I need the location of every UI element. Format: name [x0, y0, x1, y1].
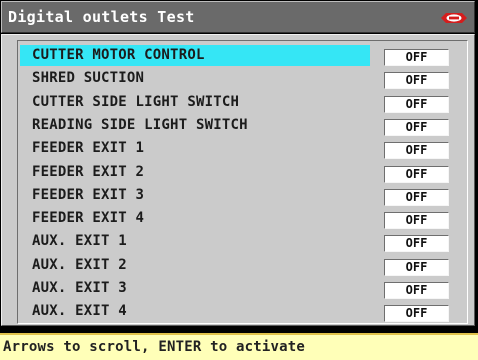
outlet-label: AUX. EXIT 3: [32, 280, 127, 296]
outlet-row[interactable]: AUX. EXIT 2 OFF: [18, 255, 467, 278]
outlet-label: AUX. EXIT 4: [32, 303, 127, 320]
outlet-state-toggle[interactable]: OFF: [384, 235, 449, 253]
outlet-label: AUX. EXIT 2: [32, 256, 127, 273]
status-hint: Arrows to scroll, ENTER to activate: [3, 339, 306, 355]
outlet-label: FEEDER EXIT 2: [32, 163, 145, 180]
outlet-label: CUTTER MOTOR CONTROL: [20, 45, 370, 66]
outlet-state-toggle[interactable]: OFF: [384, 282, 449, 299]
outlet-row[interactable]: SHRED SUCTION OFF: [18, 68, 467, 91]
outlet-state-toggle[interactable]: OFF: [384, 49, 449, 66]
outlet-row[interactable]: FEEDER EXIT 1 OFF: [18, 138, 467, 161]
app-screen: Digital outlets Test CUTTER MOTOR CONTRO…: [0, 0, 478, 360]
window-title: Digital outlets Test: [8, 8, 195, 26]
outlet-label: FEEDER EXIT 1: [32, 140, 145, 157]
outlet-row[interactable]: AUX. EXIT 4 OFF: [18, 301, 467, 324]
brand-logo-icon: [441, 13, 467, 23]
title-bar: Digital outlets Test: [1, 1, 475, 33]
outlet-state-toggle[interactable]: OFF: [384, 305, 449, 323]
outlet-state-toggle[interactable]: OFF: [384, 188, 449, 206]
outlet-row[interactable]: AUX. EXIT 1 OFF: [18, 231, 467, 254]
outlet-state-toggle[interactable]: OFF: [384, 142, 449, 160]
outlet-row[interactable]: CUTTER MOTOR CONTROL OFF: [18, 45, 467, 68]
outlet-label: CUTTER SIDE LIGHT SWITCH: [32, 93, 240, 110]
outlet-row[interactable]: FEEDER EXIT 4 OFF: [18, 208, 467, 231]
outlet-state-toggle[interactable]: OFF: [384, 118, 449, 136]
outlet-label: SHRED SUCTION: [32, 70, 145, 87]
outlets-list: CUTTER MOTOR CONTROL OFF SHRED SUCTION OFF C…: [17, 40, 468, 324]
main-area: CUTTER MOTOR CONTROL OFF SHRED SUCTION OFF C…: [1, 34, 475, 326]
outlet-row[interactable]: FEEDER EXIT 2 OFF: [18, 162, 467, 185]
outlet-state-toggle[interactable]: OFF: [384, 258, 449, 276]
outlet-state-toggle[interactable]: OFF: [384, 212, 449, 230]
outlet-label: READING SIDE LIGHT SWITCH: [32, 116, 248, 133]
outlet-row[interactable]: READING SIDE LIGHT SWITCH OFF: [18, 115, 467, 138]
outlet-row[interactable]: FEEDER EXIT 3 OFF: [18, 185, 467, 208]
outlet-state-toggle[interactable]: OFF: [384, 72, 449, 90]
status-bar: Arrows to scroll, ENTER to activate: [0, 333, 478, 360]
outlet-label: FEEDER EXIT 3: [32, 186, 145, 203]
outlet-row[interactable]: CUTTER SIDE LIGHT SWITCH OFF: [18, 92, 467, 115]
outlet-state-toggle[interactable]: OFF: [384, 165, 449, 183]
outlet-row[interactable]: AUX. EXIT 3 OFF: [18, 278, 467, 301]
outlet-state-toggle[interactable]: OFF: [384, 95, 449, 113]
outlet-label: FEEDER EXIT 4: [32, 210, 145, 227]
outlet-label: AUX. EXIT 1: [32, 233, 127, 250]
